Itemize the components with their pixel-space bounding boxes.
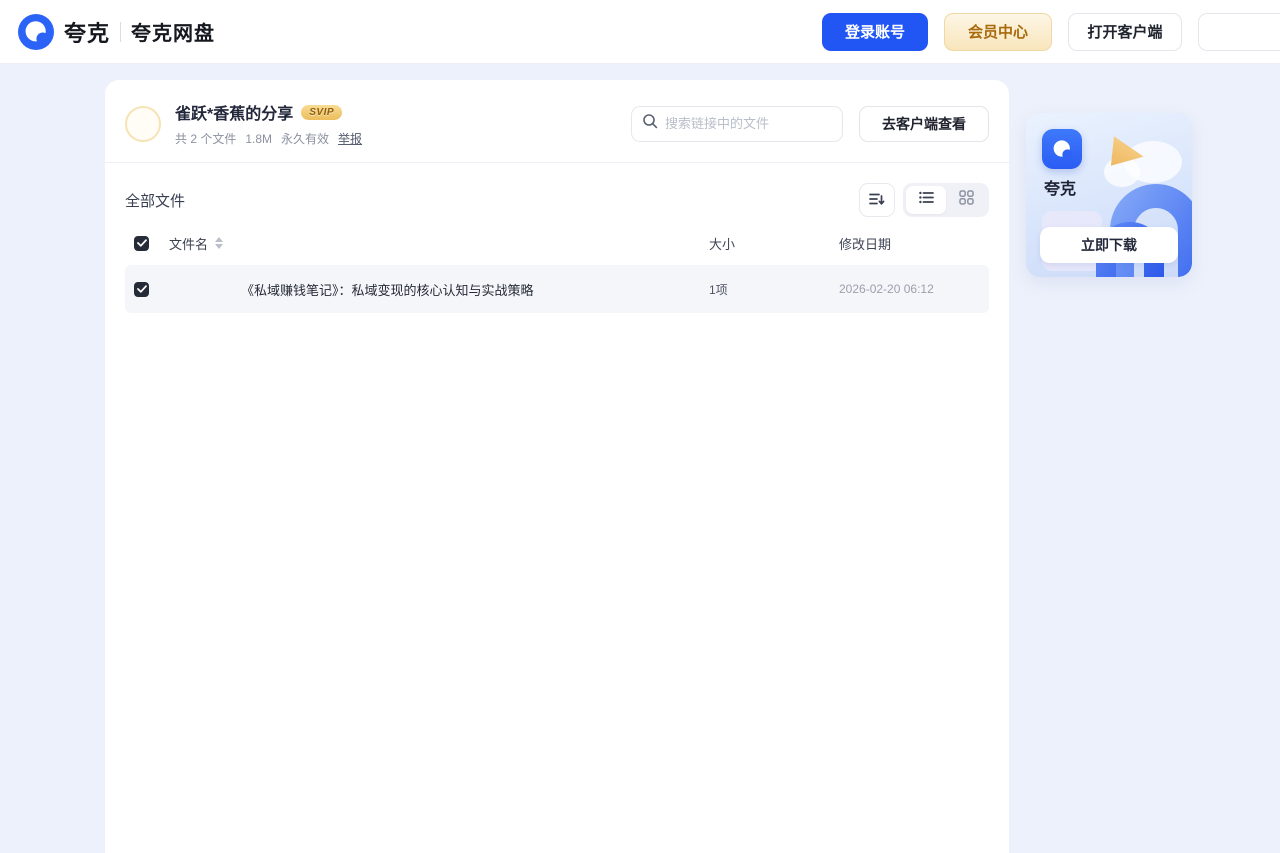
- app-promo-card: 夸克 立即下载: [1026, 113, 1192, 277]
- view-controls: [859, 183, 989, 217]
- file-name[interactable]: 《私域赚钱笔记》：私域变现的核心认知与实战策略: [241, 280, 534, 299]
- header-actions: 登录账号 会员中心 打开客户端: [822, 12, 1280, 51]
- list-view-icon: [918, 191, 934, 209]
- list-view-button[interactable]: [906, 186, 946, 214]
- share-header-actions: 去客户端查看: [631, 105, 989, 142]
- svip-badge: SVIP: [301, 104, 343, 120]
- quark-app-icon: [1042, 129, 1082, 169]
- table-header: 文件名 大小 修改日期: [105, 221, 1009, 265]
- avatar: [125, 105, 161, 142]
- file-modified-date: 2026-02-20 06:12: [839, 282, 934, 296]
- extra-header-button[interactable]: [1198, 12, 1280, 51]
- top-header: 夸克 夸克网盘 登录账号 会员中心 打开客户端: [0, 0, 1280, 64]
- promo-app-name: 夸克: [1044, 181, 1077, 198]
- select-all-checkbox[interactable]: [134, 235, 149, 251]
- share-validity: 永久有效: [281, 132, 330, 146]
- search-input[interactable]: [665, 116, 832, 131]
- grid-view-icon: [958, 190, 974, 210]
- share-meta: 共 2 个文件 1.8M 永久有效 举报: [175, 130, 362, 147]
- share-card: 雀跃*香蕉的分享 SVIP 共 2 个文件 1.8M 永久有效 举报 搜索链接中…: [105, 80, 1009, 853]
- share-header: 雀跃*香蕉的分享 SVIP 共 2 个文件 1.8M 永久有效 举报 搜索链接中…: [105, 80, 1009, 163]
- sort-order-icon: [869, 192, 885, 209]
- file-row[interactable]: 《私域赚钱笔记》：私域变现的核心认知与实战策略 1项 2026-02-20 06…: [125, 265, 989, 313]
- page-body: 雀跃*香蕉的分享 SVIP 共 2 个文件 1.8M 永久有效 举报 搜索链接中…: [0, 64, 1280, 853]
- share-title: 雀跃*香蕉的分享: [175, 106, 294, 123]
- brand-name: 夸克: [64, 20, 111, 46]
- files-toolbar: 全部文件: [105, 163, 1009, 217]
- view-in-client-button[interactable]: 去客户端查看: [859, 105, 989, 142]
- open-client-button[interactable]: 打开客户端: [1068, 12, 1182, 51]
- report-link[interactable]: 举报: [338, 130, 362, 147]
- file-size: 1项: [709, 282, 728, 297]
- file-search-box[interactable]: [631, 105, 843, 142]
- share-total-size: 1.8M: [245, 131, 273, 146]
- column-name[interactable]: 文件名: [169, 234, 208, 253]
- download-now-button[interactable]: 立即下载: [1040, 227, 1178, 263]
- login-button[interactable]: 登录账号: [822, 12, 928, 51]
- row-checkbox[interactable]: [134, 281, 149, 297]
- file-icon-placeholder: [169, 273, 241, 305]
- column-modified: 修改日期: [839, 236, 892, 252]
- name-sort-arrows-icon[interactable]: [215, 237, 224, 249]
- sort-order-button[interactable]: [859, 183, 895, 217]
- brand-divider: [120, 21, 122, 42]
- share-file-count: 共 2 个文件: [175, 132, 237, 146]
- section-title: 全部文件: [125, 192, 186, 210]
- vip-center-button[interactable]: 会员中心: [944, 12, 1052, 51]
- view-mode-toggle: [903, 183, 989, 217]
- quark-logo-icon: [18, 13, 54, 50]
- share-info: 雀跃*香蕉的分享 SVIP 共 2 个文件 1.8M 永久有效 举报: [175, 100, 362, 147]
- grid-view-button[interactable]: [946, 186, 986, 214]
- brand-suffix: 夸克网盘: [131, 23, 216, 45]
- brand[interactable]: 夸克 夸克网盘: [18, 13, 216, 50]
- search-icon: [642, 113, 658, 134]
- column-size: 大小: [709, 236, 736, 252]
